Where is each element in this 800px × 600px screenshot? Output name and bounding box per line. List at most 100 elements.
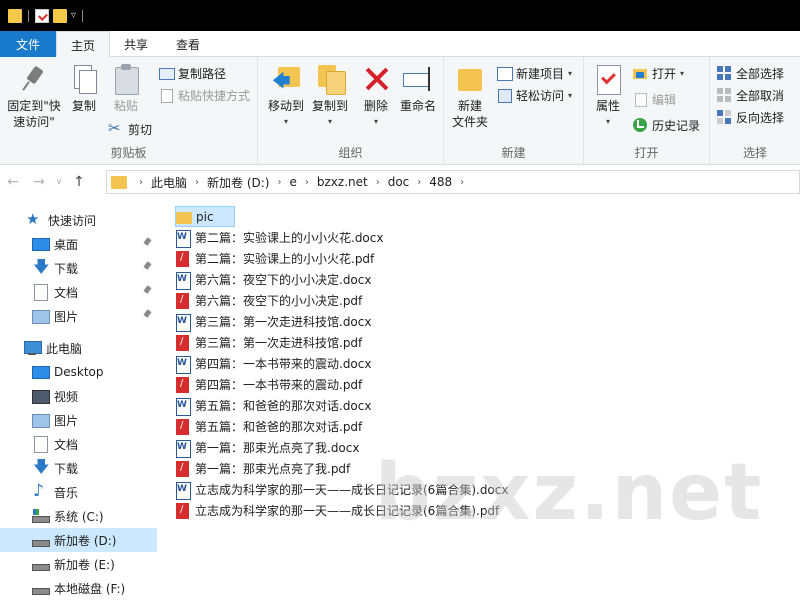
list-item[interactable]: 第四篇：一本书带来的震动.pdf xyxy=(175,374,366,395)
file-name: 第三篇：第一次走进科技馆.docx xyxy=(195,315,372,329)
open-label: 打开 xyxy=(652,66,677,81)
nav-quick-access[interactable]: 快速访问 xyxy=(0,208,157,232)
list-item[interactable]: 第二篇：实验课上的小小火花.docx xyxy=(175,227,387,248)
properties-label: 属性 xyxy=(595,99,620,113)
address-bar[interactable]: › 此电脑 › 新加卷 (D:) › e › bzxz.net › doc › … xyxy=(106,170,800,194)
pin-icon[interactable] xyxy=(143,238,151,248)
cut-button[interactable]: 剪切 xyxy=(108,119,152,139)
nav-music[interactable]: 音乐 xyxy=(0,480,157,504)
pin-icon[interactable] xyxy=(143,262,151,272)
copy-path-button[interactable]: 复制路径 xyxy=(158,63,226,83)
history-button[interactable]: 历史记录 xyxy=(632,115,700,135)
list-item[interactable]: 第一篇：那束光点亮了我.docx xyxy=(175,437,363,458)
breadcrumb-488[interactable]: 488 xyxy=(429,175,452,189)
cut-label: 剪切 xyxy=(128,122,153,137)
select-all-label: 全部选择 xyxy=(736,66,785,81)
copy-to-label: 复制到 xyxy=(311,99,348,113)
file-name: 第三篇：第一次走进科技馆.pdf xyxy=(195,336,363,350)
chevron-right-icon[interactable]: › xyxy=(139,177,143,188)
nav-drive-d[interactable]: 新加卷 (D:) xyxy=(0,528,157,552)
title-bar-separator xyxy=(82,9,84,22)
chevron-right-icon[interactable]: › xyxy=(195,177,199,188)
list-item[interactable]: 第六篇：夜空下的小小决定.pdf xyxy=(175,290,366,311)
easy-access-button[interactable]: 轻松访问 ▾ xyxy=(496,85,572,105)
nav-drive-e[interactable]: 新加卷 (E:) xyxy=(0,552,157,576)
chevron-right-icon[interactable]: › xyxy=(277,177,281,188)
chevron-right-icon[interactable]: › xyxy=(376,177,380,188)
pdf-document-icon xyxy=(175,460,191,477)
properties-button[interactable]: 属性 ▾ xyxy=(590,63,626,130)
nav-label: 视频 xyxy=(54,389,79,404)
nav-drive-c[interactable]: 系统 (C:) xyxy=(0,504,157,528)
breadcrumb-this-pc[interactable]: 此电脑 xyxy=(151,174,187,191)
document-icon xyxy=(32,284,48,301)
new-folder-icon[interactable] xyxy=(53,8,67,23)
paste-shortcut-button[interactable]: 粘贴快捷方式 xyxy=(158,85,250,105)
new-folder-button[interactable]: 新建 文件夹 xyxy=(450,63,490,130)
edit-button[interactable]: 编辑 xyxy=(632,89,676,109)
group-open: 属性 ▾ 打开 ▾ 编辑 历史记录 打开 xyxy=(584,57,710,165)
breadcrumb-drive-d[interactable]: 新加卷 (D:) xyxy=(207,174,269,191)
tab-file[interactable]: 文件 xyxy=(0,31,57,57)
copy-button[interactable]: 复制 xyxy=(66,63,102,114)
select-all-button[interactable]: 全部选择 xyxy=(716,63,784,83)
file-list: pic 第二篇：实验课上的小小火花.docx 第二篇：实验课上的小小火花.pdf… xyxy=(157,198,800,600)
paste-button[interactable]: 粘贴 xyxy=(108,63,144,114)
nav-label: 快速访问 xyxy=(48,213,97,228)
tab-home[interactable]: 主页 xyxy=(56,31,111,58)
list-item[interactable]: 第二篇：实验课上的小小火花.pdf xyxy=(175,248,378,269)
edit-label: 编辑 xyxy=(652,92,677,107)
properties-icon xyxy=(592,63,624,95)
chevron-right-icon[interactable]: › xyxy=(305,177,309,188)
nav-drive-f[interactable]: 本地磁盘 (F:) xyxy=(0,576,157,600)
list-item[interactable]: 第六篇：夜空下的小小决定.docx xyxy=(175,269,375,290)
back-arrow-icon[interactable]: ← xyxy=(0,174,26,190)
tab-view[interactable]: 查看 xyxy=(162,31,214,57)
open-button[interactable]: 打开 ▾ xyxy=(632,63,684,83)
nav-desktop[interactable]: 桌面 xyxy=(0,232,157,256)
delete-button[interactable]: 删除 ▾ xyxy=(358,63,394,130)
pin-icon[interactable] xyxy=(143,310,151,320)
pin-icon[interactable] xyxy=(143,286,151,296)
list-item[interactable]: 第三篇：第一次走进科技馆.pdf xyxy=(175,332,366,353)
properties-icon[interactable] xyxy=(35,8,49,23)
chevron-right-icon[interactable]: › xyxy=(417,177,421,188)
list-item[interactable]: 第五篇：和爸爸的那次对话.pdf xyxy=(175,416,366,437)
nav-pc-pictures[interactable]: 图片 xyxy=(0,408,157,432)
nav-videos[interactable]: 视频 xyxy=(0,384,157,408)
recent-locations-chevron-icon[interactable]: ∨ xyxy=(52,177,66,187)
delete-icon xyxy=(360,63,392,95)
title-bar-separator xyxy=(28,9,29,22)
breadcrumb-doc[interactable]: doc xyxy=(388,175,410,189)
list-item[interactable]: 第一篇：那束光点亮了我.pdf xyxy=(175,458,354,479)
rename-label: 重命名 xyxy=(399,99,436,113)
move-to-button[interactable]: 移动到 ▾ xyxy=(264,63,308,130)
customize-toolbar-chevron-icon[interactable]: ▿ xyxy=(71,10,76,21)
chevron-right-icon[interactable]: › xyxy=(460,177,464,188)
nav-downloads[interactable]: 下载 xyxy=(0,256,157,280)
nav-pc-downloads[interactable]: 下载 xyxy=(0,456,157,480)
list-item[interactable]: 第五篇：和爸爸的那次对话.docx xyxy=(175,395,375,416)
breadcrumb-e[interactable]: e xyxy=(289,175,296,189)
tab-share[interactable]: 共享 xyxy=(110,31,162,57)
list-item[interactable]: pic xyxy=(175,206,235,227)
nav-documents[interactable]: 文档 xyxy=(0,280,157,304)
up-arrow-icon[interactable]: ↑ xyxy=(66,174,92,190)
chevron-down-icon: ▾ xyxy=(605,117,610,126)
ribbon-tabs: 文件 主页 共享 查看 xyxy=(0,31,800,58)
list-item[interactable]: 第三篇：第一次走进科技馆.docx xyxy=(175,311,375,332)
invert-selection-button[interactable]: 反向选择 xyxy=(716,107,784,127)
forward-arrow-icon[interactable]: → xyxy=(26,174,52,190)
nav-pc-desktop[interactable]: Desktop xyxy=(0,360,157,384)
pin-quick-access-button[interactable]: 固定到"快 速访问" xyxy=(6,63,62,130)
select-none-button[interactable]: 全部取消 xyxy=(716,85,784,105)
new-item-button[interactable]: 新建项目 ▾ xyxy=(496,63,572,83)
nav-pc-documents[interactable]: 文档 xyxy=(0,432,157,456)
copy-to-button[interactable]: 复制到 ▾ xyxy=(308,63,352,130)
list-item[interactable]: 第四篇：一本书带来的震动.docx xyxy=(175,353,375,374)
nav-this-pc[interactable]: 此电脑 xyxy=(0,336,157,360)
rename-button[interactable]: 重命名 xyxy=(396,63,440,114)
folder-icon[interactable] xyxy=(8,8,22,23)
breadcrumb-bzxz[interactable]: bzxz.net xyxy=(317,175,368,189)
nav-pictures[interactable]: 图片 xyxy=(0,304,157,328)
